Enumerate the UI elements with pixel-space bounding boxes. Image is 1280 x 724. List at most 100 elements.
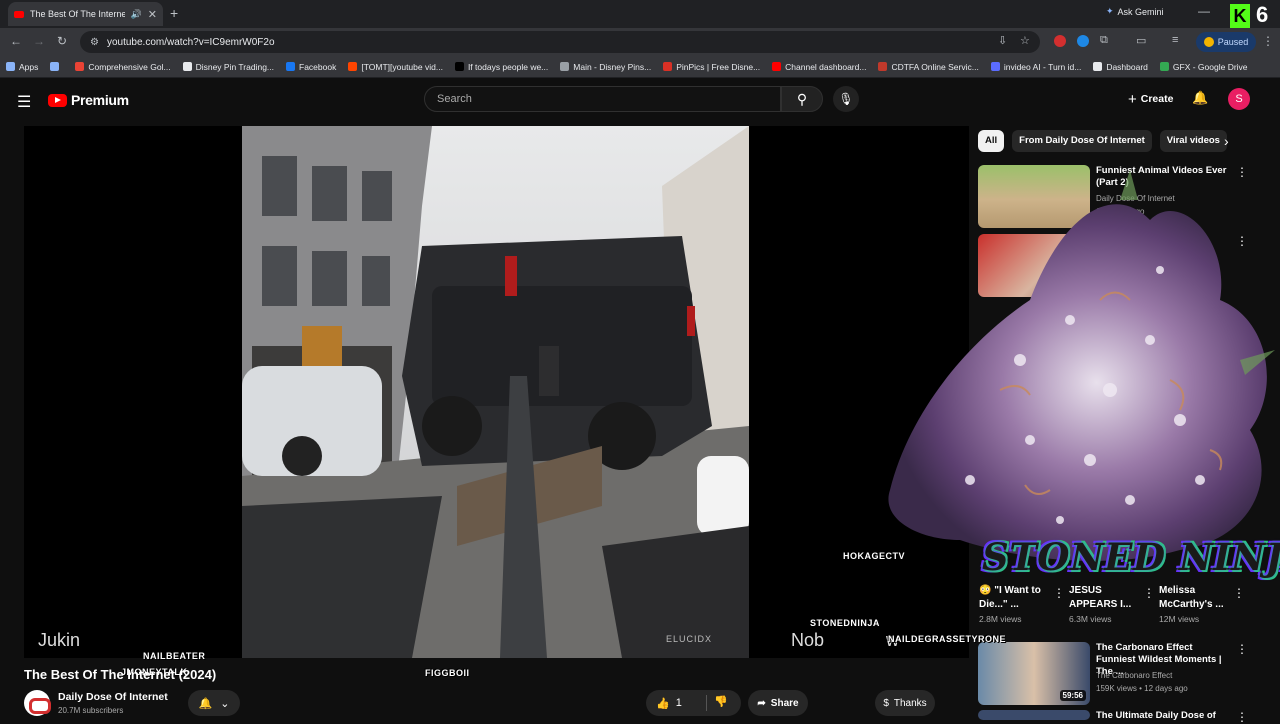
bookmarks-bar: Apps Comprehensive Gol... Disney Pin Tradi…	[0, 56, 1280, 78]
profile-paused-button[interactable]: Paused	[1196, 32, 1256, 52]
search-icon: ⚲	[796, 91, 808, 107]
filter-chip[interactable]: From Daily Dose Of Internet	[1012, 130, 1152, 152]
install-app-icon[interactable]: ⇩	[998, 34, 1007, 47]
bookmark-item[interactable]: PinPics | Free Disne...	[663, 62, 760, 72]
bookmark-favicon-icon	[286, 62, 296, 71]
video-frame[interactable]	[242, 126, 749, 658]
bookmark-item[interactable]: Facebook	[286, 62, 336, 72]
bookmark-label: Dashboard	[1106, 61, 1148, 72]
subscription-bell-button[interactable]: 🔔 ⌄	[188, 690, 240, 716]
minimize-icon[interactable]: —	[1198, 4, 1210, 18]
more-options-icon[interactable]: ⋮	[1236, 710, 1248, 724]
bookmark-favicon-icon	[6, 62, 15, 71]
kick-logo-icon: K	[1230, 4, 1250, 28]
short-title[interactable]: 😳 "I Want to Die..." ...	[979, 584, 1059, 612]
extensions-puzzle-icon[interactable]: ⧉	[1100, 34, 1108, 47]
bookmark-item[interactable]: Channel dashboard...	[772, 62, 866, 72]
bookmark-item[interactable]: Disney Pin Trading...	[182, 62, 274, 72]
reload-icon[interactable]: ↻	[57, 34, 67, 48]
channel-avatar[interactable]	[24, 690, 51, 716]
bookmark-star-icon[interactable]: ☆	[1020, 34, 1030, 47]
youtube-header: ☰ Premium Search ⚲ 🎙 + Create 🔔 S	[0, 78, 1280, 122]
thumbs-down-icon[interactable]: 👎	[714, 695, 728, 708]
filter-chips: All From Daily Dose Of Internet Viral vide…	[978, 130, 1227, 152]
bookmark-item[interactable]: Apps	[6, 62, 38, 72]
share-arrow-icon: ➦	[757, 697, 766, 709]
site-info-icon[interactable]: ⚙	[90, 37, 99, 48]
grid-icon	[50, 62, 60, 71]
filter-chip[interactable]: Viral videos	[1159, 130, 1227, 152]
short-views: 12M views	[1159, 614, 1200, 624]
more-options-icon[interactable]: ⋮	[1143, 586, 1155, 600]
share-button[interactable]: ➦ Share	[748, 690, 808, 716]
new-tab-button[interactable]: +	[170, 5, 178, 21]
chevron-right-icon[interactable]: ›	[1224, 133, 1229, 149]
channel-name[interactable]: Daily Dose Of Internet	[58, 691, 168, 703]
short-title[interactable]: JESUS APPEARS I...	[1069, 584, 1149, 612]
bookmark-item[interactable]: CDTFA Online Servic...	[878, 62, 979, 72]
browser-tab[interactable]: The Best Of The Internet (2 🔊 ✕	[8, 2, 163, 26]
thanks-button[interactable]: $ Thanks	[875, 690, 935, 716]
bookmark-item[interactable]: Dashboard	[1093, 62, 1148, 72]
bookmark-item[interactable]: invideo AI - Turn id...	[990, 62, 1081, 72]
bookmark-label: GFX - Google Drive	[1172, 61, 1248, 72]
address-bar[interactable]: ⚙ youtube.com/watch?v=IC9emrW0F2o	[80, 31, 1040, 53]
bookmark-item[interactable]: [TOMT][youtube vid...	[348, 62, 443, 72]
like-count: 1	[675, 697, 682, 709]
recommendation-item[interactable]: The Best Of The Internet (2022) ⋮	[978, 234, 1248, 298]
bookmark-label: [TOMT][youtube vid...	[361, 61, 443, 72]
recommendation-title[interactable]: The Best Of The Internet (2022)	[1096, 235, 1231, 259]
forward-arrow-icon[interactable]: →	[33, 34, 45, 48]
notifications-bell-icon[interactable]: 🔔	[1192, 90, 1208, 106]
back-arrow-icon[interactable]: ←	[10, 34, 22, 48]
filter-chip[interactable]: All	[978, 130, 1005, 152]
video-thumbnail[interactable]	[978, 234, 1090, 297]
short-title[interactable]: Melissa McCarthy's ...	[1159, 584, 1239, 612]
video-thumbnail[interactable]: 59:56	[978, 642, 1090, 705]
voice-search-button[interactable]: 🎙	[833, 86, 859, 112]
recommendation-title[interactable]: The Ultimate Daily Dose of	[1096, 710, 1231, 722]
ask-gemini-button[interactable]: ✦ Ask Gemini	[1106, 6, 1164, 17]
thumbs-up-icon[interactable]: 👍	[656, 697, 670, 710]
recommendation-channel: Daily Dose Of Internet	[1096, 194, 1175, 203]
more-options-icon[interactable]: ⋮	[1233, 586, 1245, 600]
gemini-spark-icon: ✦	[1106, 6, 1114, 16]
short-item[interactable]: Melissa McCarthy's ... 12M views ⋮	[1159, 584, 1245, 624]
bookmark-item[interactable]: Comprehensive Gol...	[75, 61, 171, 72]
chrome-menu-icon[interactable]: ⋮	[1262, 34, 1274, 48]
more-options-icon[interactable]: ⋮	[1053, 586, 1065, 600]
search-button[interactable]: ⚲	[781, 86, 823, 112]
recommendation-item[interactable]: The Ultimate Daily Dose of ⋮	[978, 710, 1248, 724]
caption-left: Jukin	[38, 630, 81, 650]
more-options-icon[interactable]: ⋮	[1236, 642, 1248, 656]
search-input[interactable]: Search	[424, 86, 781, 112]
bookmark-item[interactable]: Main - Disney Pins...	[560, 62, 651, 72]
recommendation-title[interactable]: Funniest Animal Videos Ever (Part 2)	[1096, 165, 1231, 189]
bookmark-item[interactable]: If todays people we...	[454, 62, 548, 72]
more-options-icon[interactable]: ⋮	[1236, 234, 1248, 248]
close-tab-icon[interactable]: ✕	[148, 8, 157, 21]
kick-count: 6	[1256, 2, 1269, 27]
bookmark-label: PinPics | Free Disne...	[676, 61, 761, 72]
recommendation-item[interactable]: Funniest Animal Videos Ever (Part 2) Dai…	[978, 165, 1248, 229]
short-item[interactable]: 😳 "I Want to Die..." ... 2.8M views ⋮	[979, 584, 1065, 624]
more-options-icon[interactable]: ⋮	[1236, 165, 1248, 179]
menu-icon[interactable]: ☰	[17, 92, 31, 112]
bookmark-label: Comprehensive Gol...	[88, 61, 171, 72]
account-avatar[interactable]: S	[1228, 88, 1250, 110]
side-panel-icon[interactable]: ▭	[1136, 34, 1146, 47]
bookmark-item[interactable]	[50, 62, 63, 71]
bookmark-item[interactable]: GFX - Google Drive	[1159, 61, 1248, 72]
like-dislike-button[interactable]: 👍 1 👎	[646, 690, 741, 716]
bookmark-favicon-icon	[182, 62, 192, 71]
recommendation-item[interactable]: 59:56 The Carbonaro Effect Funniest Wild…	[978, 642, 1248, 705]
create-button[interactable]: + Create	[1120, 88, 1181, 110]
short-item[interactable]: JESUS APPEARS I... 6.3M views ⋮	[1069, 584, 1155, 624]
reading-list-icon[interactable]: ≡	[1172, 34, 1178, 46]
video-thumbnail[interactable]	[978, 710, 1090, 720]
speaker-icon[interactable]: 🔊	[131, 9, 142, 20]
extension-vidiq-icon[interactable]	[1077, 35, 1089, 47]
youtube-logo[interactable]: Premium	[48, 92, 129, 108]
video-thumbnail[interactable]	[978, 165, 1090, 228]
extension-opera-icon[interactable]	[1054, 35, 1066, 47]
